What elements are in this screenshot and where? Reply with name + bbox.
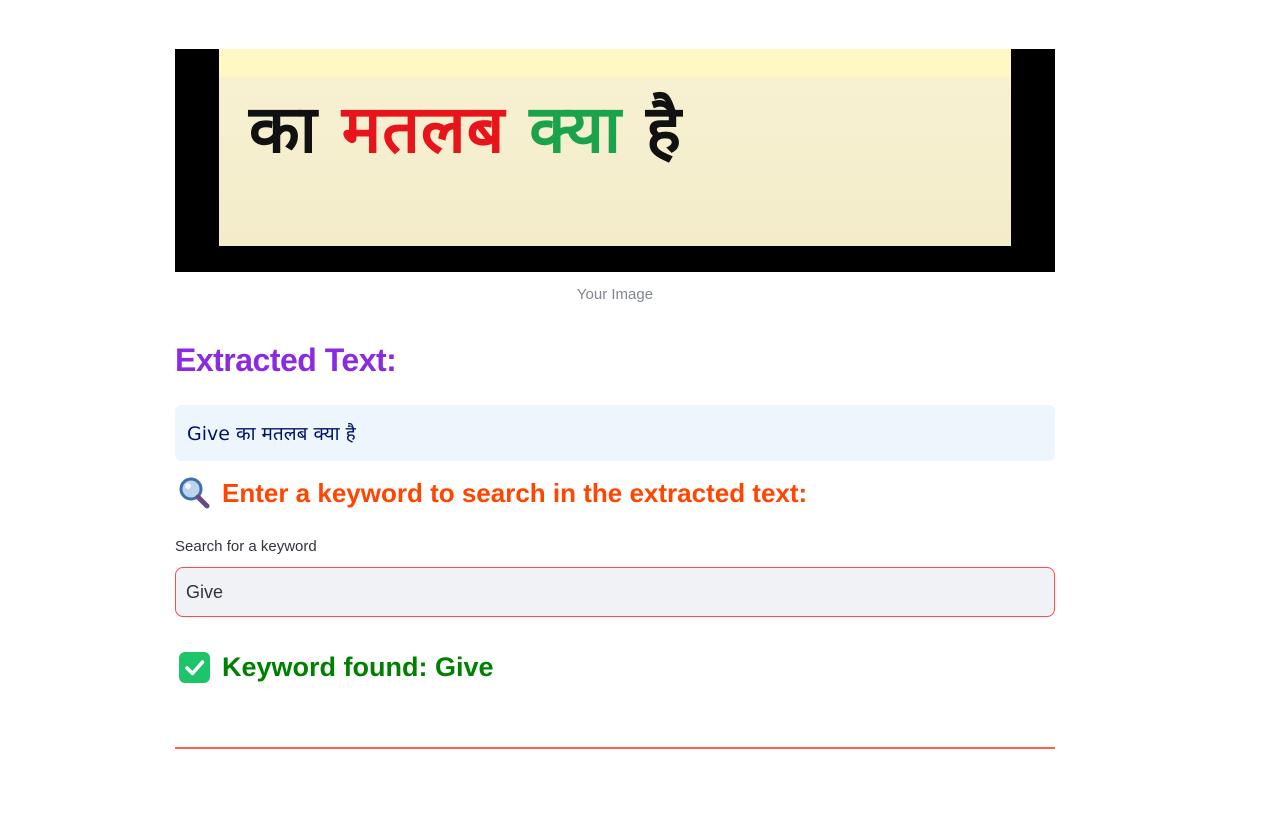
image-word-3: क्या [529,91,622,168]
magnifier-icon [179,477,210,509]
extracted-text: Give का मतलब क्या है [187,423,356,445]
image-word-1: का [249,91,318,168]
search-heading: Enter a keyword to search in the extract… [177,476,807,510]
image-hindi-text: का मतलब क्या है [249,85,682,175]
search-input[interactable] [175,567,1055,617]
image-word-2: मतलब [341,91,506,168]
extracted-text-heading: Extracted Text: [175,342,397,378]
image-paper: का मतलब क्या है [219,49,1011,246]
result-heading: Keyword found: Give [179,652,494,683]
check-icon [179,652,210,683]
extracted-text-box: Give का मतलब क्या है [175,405,1055,461]
search-label: Search for a keyword [175,538,317,555]
uploaded-image: का मतलब क्या है [175,49,1055,272]
search-heading-text: Enter a keyword to search in the extract… [222,477,808,508]
result-message: Keyword found: Give [222,652,494,682]
divider [175,747,1055,749]
image-caption: Your Image [576,286,654,303]
image-word-4: है [645,91,683,168]
